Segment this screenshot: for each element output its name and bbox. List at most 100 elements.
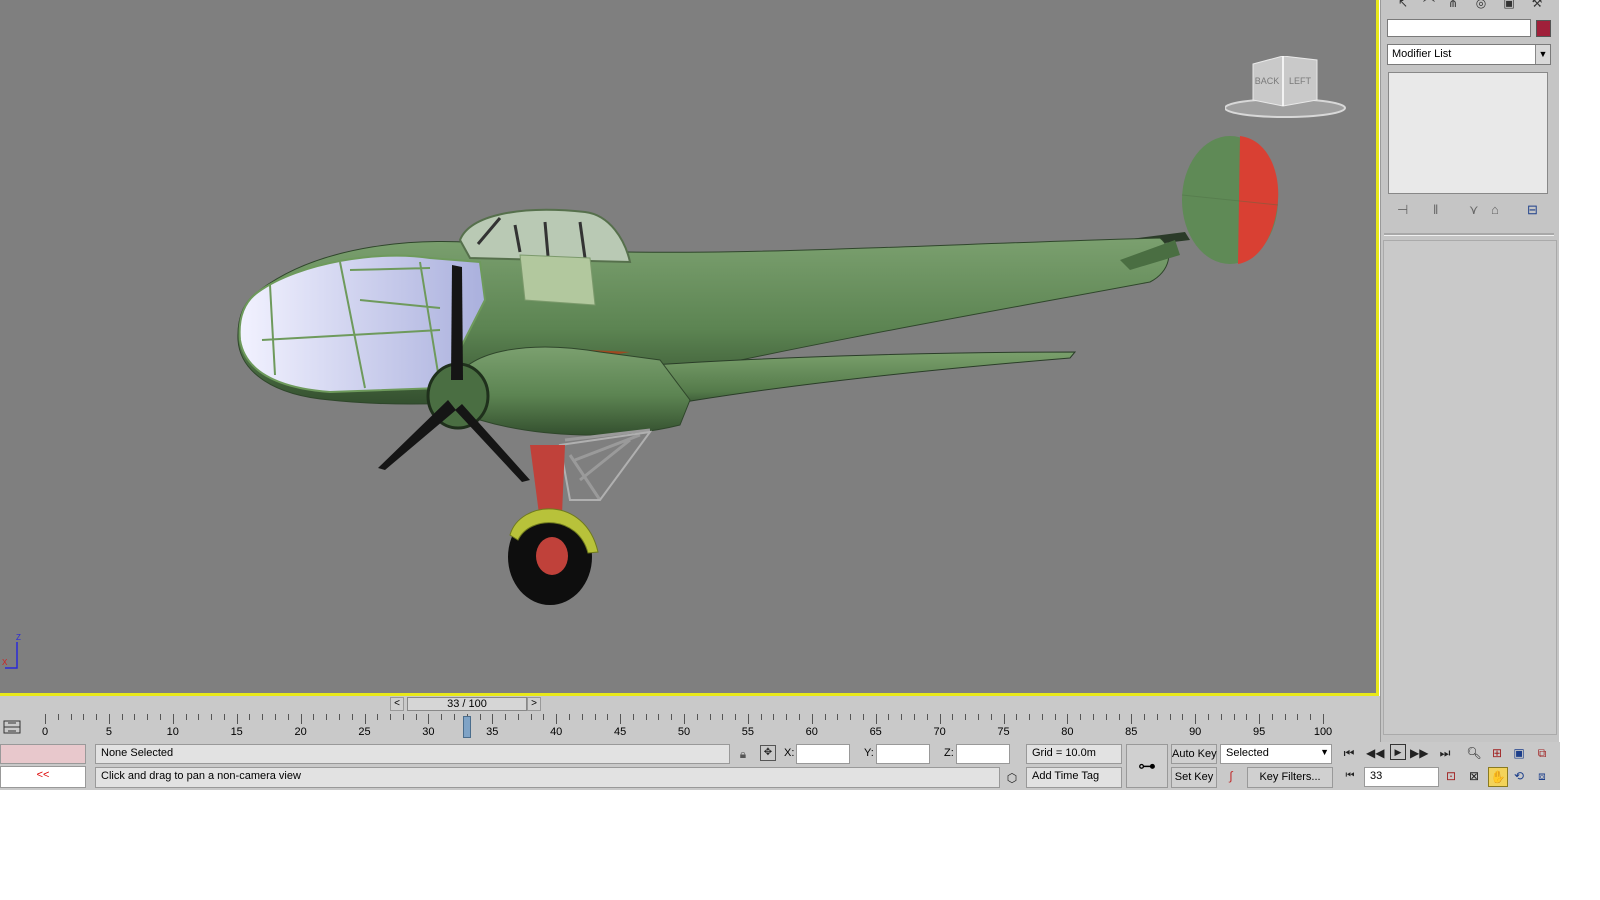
modify-tab-icon[interactable]: ⌒ bbox=[1419, 0, 1439, 12]
frame-tick-label: 90 bbox=[1189, 726, 1202, 738]
frame-tick bbox=[160, 714, 162, 720]
curve-editor-icon[interactable] bbox=[3, 719, 21, 735]
frame-tick bbox=[939, 714, 941, 724]
frame-tick bbox=[965, 714, 967, 720]
chevron-down-icon: ▼ bbox=[1535, 45, 1550, 64]
go-to-start-icon[interactable]: ⏮ bbox=[1340, 744, 1358, 762]
prev-frame-button[interactable]: < bbox=[390, 697, 404, 711]
show-end-result-icon[interactable]: ‖ bbox=[1433, 202, 1438, 217]
frame-tick bbox=[1118, 714, 1120, 720]
default-tangent-icon[interactable]: ∫ bbox=[1222, 767, 1240, 785]
frame-tick bbox=[1182, 714, 1184, 720]
track-bar[interactable]: 0 5 10 15 20 25 30 35 40 45 50 55 60 65 70 75 80 85 90 95 10… bbox=[0, 712, 1380, 742]
viewcube-back-face: BACK bbox=[1255, 76, 1280, 86]
frame-tick bbox=[1131, 714, 1133, 724]
previous-frame-icon[interactable]: ◀◀ bbox=[1366, 744, 1384, 762]
frame-tick bbox=[901, 714, 903, 720]
frame-tick bbox=[1054, 714, 1056, 720]
zoom-extents-all-icon[interactable]: ⧉ bbox=[1533, 744, 1551, 762]
motion-tab-icon[interactable]: ◎ bbox=[1471, 0, 1491, 12]
frame-tick-label: 75 bbox=[997, 726, 1010, 738]
auto-key-button[interactable]: Auto Key bbox=[1171, 744, 1217, 764]
add-time-tag-button[interactable]: Add Time Tag bbox=[1026, 767, 1122, 788]
frame-tick bbox=[1092, 714, 1094, 720]
modifier-list-dropdown[interactable]: Modifier List ▼ bbox=[1387, 44, 1551, 65]
frame-tick bbox=[632, 714, 634, 720]
next-frame-button[interactable]: > bbox=[527, 697, 541, 711]
lock-selection-icon[interactable]: 🔒︎ bbox=[734, 745, 752, 763]
set-key-button[interactable]: Set Key bbox=[1171, 767, 1217, 788]
frame-tick bbox=[594, 714, 596, 720]
frame-tick-label: 45 bbox=[613, 726, 627, 738]
frame-tick-label: 25 bbox=[358, 726, 371, 738]
frame-tick bbox=[1246, 714, 1248, 720]
panel-divider bbox=[1384, 233, 1554, 236]
create-tab-icon[interactable]: ↖ bbox=[1393, 0, 1413, 12]
frame-tick bbox=[275, 714, 277, 720]
orbit-icon[interactable]: ⟲ bbox=[1510, 767, 1528, 785]
next-frame-icon[interactable]: ▶▶ bbox=[1410, 744, 1428, 762]
frame-tick bbox=[786, 714, 788, 720]
frame-tick bbox=[799, 714, 801, 720]
object-color-swatch[interactable] bbox=[1536, 20, 1551, 37]
frame-tick bbox=[364, 714, 366, 724]
frame-tick bbox=[1041, 714, 1043, 720]
frame-tick bbox=[428, 714, 430, 724]
frame-tick bbox=[862, 714, 864, 720]
remove-modifier-icon[interactable]: ⌂ bbox=[1491, 202, 1499, 217]
x-coord-field[interactable] bbox=[796, 744, 850, 764]
make-unique-icon[interactable]: ⋎ bbox=[1469, 202, 1479, 218]
zoom-extents-icon[interactable]: ▣ bbox=[1510, 744, 1528, 762]
frame-tick bbox=[556, 714, 558, 724]
frame-tick bbox=[1016, 714, 1018, 720]
zoom-all-icon[interactable]: ⊞ bbox=[1488, 744, 1506, 762]
utilities-tab-icon[interactable]: ⚒ bbox=[1527, 0, 1547, 12]
key-icon[interactable]: ⊶ bbox=[1126, 744, 1168, 788]
field-of-view-icon[interactable]: ⊠ bbox=[1465, 767, 1483, 785]
frame-tick-label: 15 bbox=[230, 726, 243, 738]
frame-tick-label: 35 bbox=[486, 726, 499, 738]
frame-tick bbox=[1207, 714, 1209, 720]
pin-stack-icon[interactable]: ⊣ bbox=[1397, 202, 1408, 218]
modifier-stack[interactable] bbox=[1388, 72, 1548, 194]
key-mode-toggle-icon[interactable]: ⏮ bbox=[1341, 767, 1359, 785]
frame-tick bbox=[402, 714, 404, 720]
go-to-end-icon[interactable]: ⏭ bbox=[1436, 744, 1454, 762]
hierarchy-tab-icon[interactable]: ⋔ bbox=[1443, 0, 1463, 12]
key-mode-select[interactable]: Selected ▼ bbox=[1220, 744, 1332, 764]
frame-tick bbox=[696, 714, 698, 720]
frame-tick bbox=[709, 714, 711, 720]
axis-tripod: Z X bbox=[2, 630, 24, 670]
current-frame-field[interactable]: 33 bbox=[1364, 767, 1439, 787]
frame-tick bbox=[645, 714, 647, 720]
frame-tick bbox=[735, 714, 737, 720]
frame-tick bbox=[1284, 714, 1286, 720]
viewcube[interactable]: BACK LEFT bbox=[1224, 55, 1347, 120]
frame-tick bbox=[1271, 714, 1273, 720]
maximize-viewport-icon[interactable]: ⧈ bbox=[1533, 767, 1551, 785]
key-mode-selected-value: Selected bbox=[1226, 747, 1269, 759]
frame-tick bbox=[70, 714, 72, 720]
perspective-viewport[interactable]: BACK LEFT Z X bbox=[0, 0, 1379, 696]
command-panel-tabs: ↖ ⌒ ⋔ ◎ ▣ ⚒ bbox=[1381, 0, 1559, 14]
maxscript-expand-button[interactable]: << bbox=[0, 766, 86, 788]
time-slider[interactable]: < 33 / 100 > bbox=[0, 696, 1380, 712]
play-icon[interactable]: ▶ bbox=[1390, 744, 1406, 760]
time-slider-thumb[interactable]: 33 / 100 bbox=[407, 697, 527, 711]
object-name-field[interactable] bbox=[1387, 19, 1531, 37]
time-configuration-icon[interactable]: ⊡ bbox=[1442, 767, 1460, 785]
absolute-mode-icon[interactable]: ✥ bbox=[760, 745, 776, 761]
frame-tick bbox=[620, 714, 622, 724]
z-coord-field[interactable] bbox=[956, 744, 1010, 764]
display-tab-icon[interactable]: ▣ bbox=[1499, 0, 1519, 12]
y-coord-field[interactable] bbox=[876, 744, 930, 764]
key-filters-button[interactable]: Key Filters... bbox=[1247, 767, 1333, 788]
pan-view-hand-icon[interactable]: ✋ bbox=[1488, 767, 1508, 787]
configure-sets-icon[interactable]: ⊟ bbox=[1527, 202, 1538, 218]
status-bar: << None Selected Click and drag to pan a… bbox=[0, 742, 1560, 790]
zoom-icon[interactable]: 🔍︎ bbox=[1465, 744, 1483, 762]
maxscript-listener-mini[interactable] bbox=[0, 744, 86, 764]
aircraft-model[interactable] bbox=[0, 0, 1376, 693]
frame-tick bbox=[1080, 714, 1082, 720]
command-panel: ↖ ⌒ ⋔ ◎ ▣ ⚒ Modifier List ▼ ⊣ ‖ ⋎ ⌂ ⊟ bbox=[1380, 0, 1559, 790]
